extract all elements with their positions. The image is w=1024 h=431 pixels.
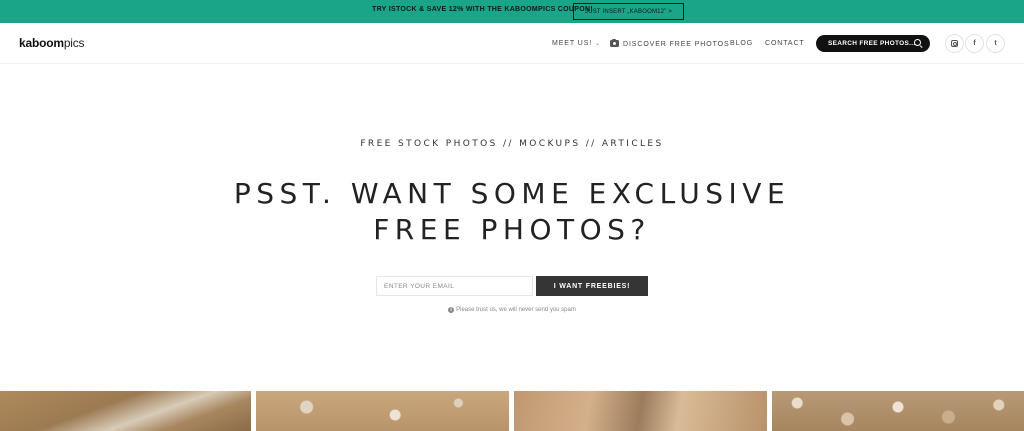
twitter-icon: t [994,40,997,47]
email-field[interactable] [376,276,533,296]
facebook-link[interactable]: f [965,34,984,53]
camera-icon [610,38,619,47]
nav-item-discover[interactable]: DISCOVER FREE PHOTOS [610,38,730,48]
top-nav: kaboompics MEET US! ⌄ DISCOVER FREE PHOTO… [0,23,1024,64]
nav-item-meet-us[interactable]: MEET US! ⌄ [552,40,601,47]
chevron-down-icon: ⌄ [595,41,602,47]
hero-headline: PSST. WANT SOME EXCLUSIVE FREE PHOTOS? [233,177,791,246]
facebook-icon: f [973,40,976,47]
logo[interactable]: kaboompics [19,36,85,50]
promo-bar: TRY ISTOCK & SAVE 12% WITH THE KABOOMPIC… [0,0,1024,23]
hero-tagline: FREE STOCK PHOTOS // MOCKUPS // ARTICLES [360,139,664,149]
promo-coupon-button[interactable]: JUST INSERT „KABOOM12” > [573,3,684,20]
search-label: SEARCH FREE PHOTOS... [828,40,916,47]
promo-text: TRY ISTOCK & SAVE 12% WITH THE KABOOMPIC… [372,6,593,13]
nav-item-blog[interactable]: BLOG [730,40,753,47]
twitter-link[interactable]: t [986,34,1005,53]
photo-thumbnail[interactable] [772,391,1024,431]
info-icon: i [448,307,455,313]
subscribe-button[interactable]: I WANT FREEBIES! [536,276,648,296]
nav-item-label: DISCOVER FREE PHOTOS [623,41,730,48]
photo-thumbnail[interactable] [256,391,509,431]
nav-item-label: MEET US! [552,40,593,47]
spam-note-text: Please trust us, we will never send you … [456,307,576,313]
logo-light: pics [63,36,85,50]
photo-thumbnail[interactable] [0,391,251,431]
instagram-icon [951,40,958,47]
spam-note: i Please trust us, we will never send you… [0,307,1024,313]
instagram-link[interactable] [945,34,964,53]
nav-item-contact[interactable]: CONTACT [765,40,805,47]
search-button[interactable]: SEARCH FREE PHOTOS... [816,35,930,52]
logo-bold: kaboom [19,36,64,50]
search-icon [914,39,921,46]
photo-thumbnail[interactable] [514,391,767,431]
